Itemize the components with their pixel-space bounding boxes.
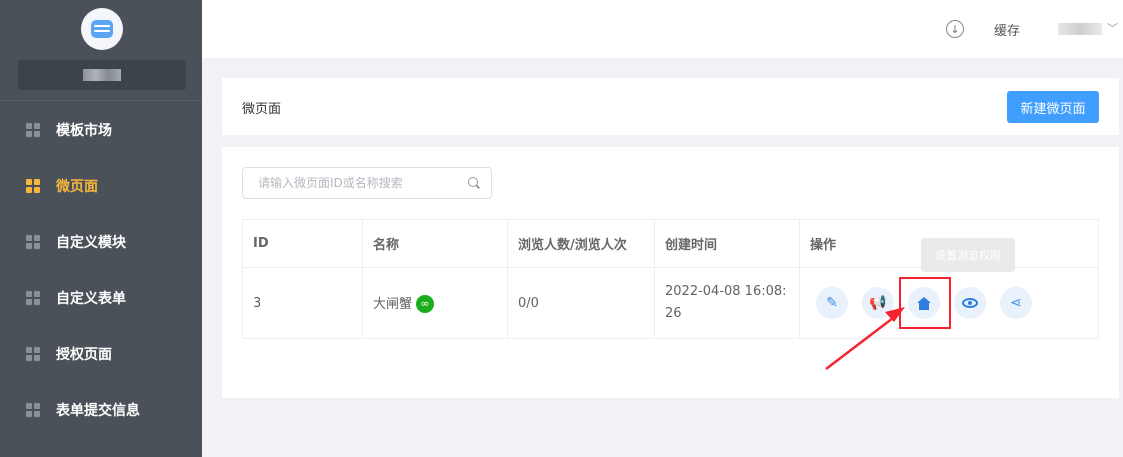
house-icon[interactable] [899, 277, 951, 329]
top-header: ↓ 缓存 ﹀ [202, 0, 1123, 58]
created-seconds: 26 [665, 306, 682, 321]
sidebar: 模板市场 微页面 自定义模块 自定义表单 授权页面 表单提交信息 [0, 0, 202, 457]
cell-name: 大闸蟹 ∞ [362, 267, 508, 339]
search-field [242, 167, 492, 199]
created-date: 2022-04-08 16:08: [665, 284, 787, 299]
grid-icon [26, 235, 40, 249]
sidebar-item-form-submissions[interactable]: 表单提交信息 [0, 382, 202, 438]
page-header-card: 微页面 新建微页面 [222, 78, 1119, 135]
search-input[interactable] [243, 168, 453, 198]
grid-icon [26, 403, 40, 417]
page-name: 大闸蟹 [373, 296, 413, 312]
table-row: 3 大闸蟹 ∞ 0/0 2022-04-08 16:08: 26 ✎ 📢 ⋖ [242, 267, 1099, 339]
page-title: 微页面 [242, 102, 282, 117]
grid-icon [26, 291, 40, 305]
cell-actions: ✎ 📢 ⋖ [799, 267, 1099, 339]
account-name-redacted [83, 69, 121, 81]
cell-views: 0/0 [507, 267, 655, 339]
sidebar-nav: 模板市场 微页面 自定义模块 自定义表单 授权页面 表单提交信息 [0, 102, 202, 438]
sidebar-item-label: 授权页面 [56, 347, 112, 363]
chevron-down-icon[interactable]: ﹀ [1107, 20, 1118, 36]
new-micro-page-button[interactable]: 新建微页面 [1007, 91, 1099, 123]
share-icon[interactable]: ⋖ [1000, 287, 1032, 319]
cell-id: 3 [242, 267, 363, 339]
sidebar-item-template-market[interactable]: 模板市场 [0, 102, 202, 158]
logo [81, 8, 123, 50]
cache-button[interactable]: 缓存 [994, 20, 1020, 39]
eye-icon[interactable] [954, 287, 986, 319]
search-icon[interactable] [468, 177, 480, 189]
column-header-id: ID [242, 219, 363, 268]
store-logo-icon [91, 20, 113, 38]
sidebar-item-label: 自定义表单 [56, 291, 126, 307]
grid-icon [26, 123, 40, 137]
user-name-redacted[interactable] [1058, 23, 1102, 35]
sidebar-item-label: 微页面 [56, 179, 98, 195]
wechat-miniprogram-icon[interactable]: ∞ [416, 295, 435, 314]
grid-icon [26, 347, 40, 361]
micro-page-table: ID 名称 浏览人数/浏览人次 创建时间 操作 3 大闸蟹 ∞ 0/0 2022-… [242, 219, 1099, 339]
row-actions: ✎ 📢 ⋖ [810, 277, 1098, 329]
column-header-views: 浏览人数/浏览人次 [507, 219, 655, 268]
megaphone-icon[interactable]: 📢 [862, 287, 894, 319]
account-selector[interactable] [18, 60, 186, 90]
sidebar-item-custom-form[interactable]: 自定义表单 [0, 270, 202, 326]
download-icon[interactable]: ↓ [946, 20, 964, 38]
sidebar-item-label: 自定义模块 [56, 235, 126, 251]
sidebar-item-label: 模板市场 [56, 123, 112, 139]
pencil-icon[interactable]: ✎ [816, 287, 848, 319]
column-header-name: 名称 [362, 219, 508, 268]
sidebar-item-custom-module[interactable]: 自定义模块 [0, 214, 202, 270]
grid-icon [26, 179, 40, 193]
content-card: ID 名称 浏览人数/浏览人次 创建时间 操作 3 大闸蟹∞ 0/0 2022-… [222, 147, 1119, 398]
cell-created: 2022-04-08 16:08: 26 [654, 267, 800, 339]
sidebar-item-auth-page[interactable]: 授权页面 [0, 326, 202, 382]
nav-divider [0, 100, 202, 101]
sidebar-item-micro-page[interactable]: 微页面 [0, 158, 202, 214]
column-header-created: 创建时间 [654, 219, 800, 268]
sidebar-item-label: 表单提交信息 [56, 403, 140, 419]
tooltip: 设置浏览权限 [921, 238, 1015, 272]
